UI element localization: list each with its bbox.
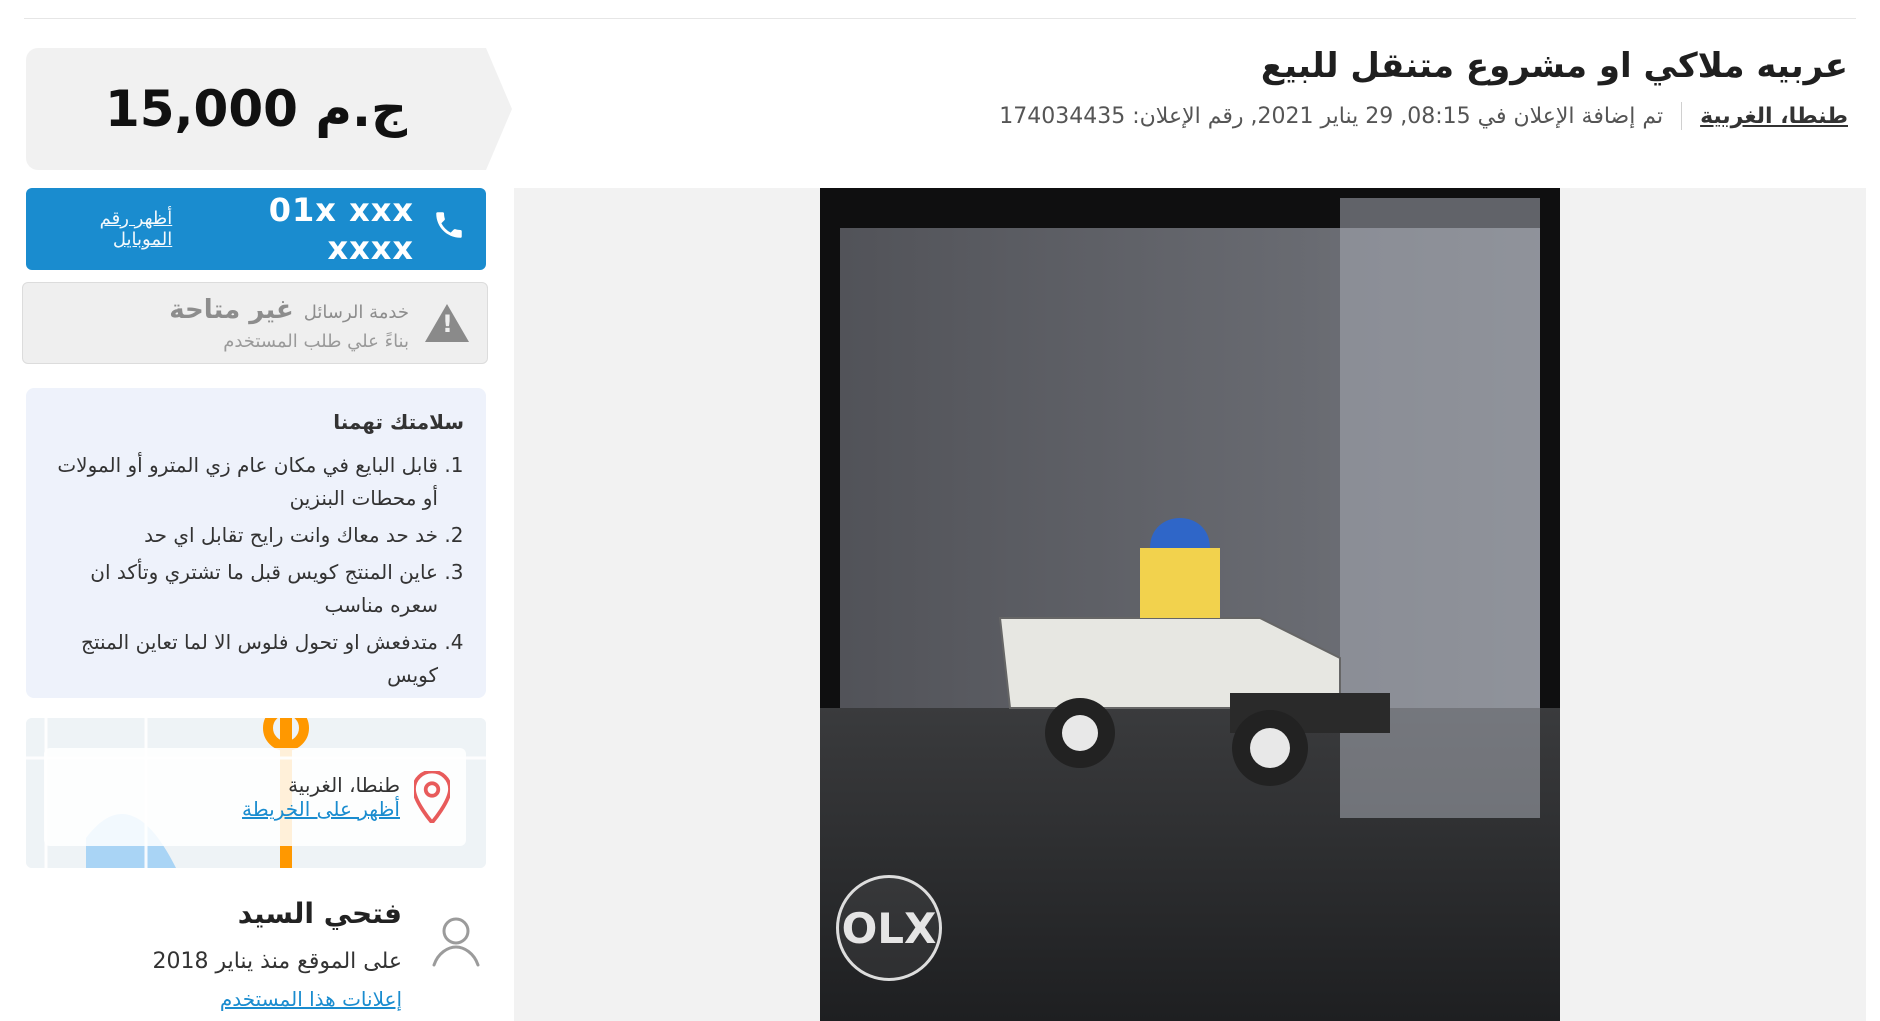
seller-since: على الموقع منذ يناير 2018 (152, 949, 402, 974)
seller-name: فتحي السيد (237, 897, 402, 930)
olx-watermark: OLX (836, 875, 942, 981)
safety-tip: خد حد معاك وانت رايح تقابل اي حد (48, 519, 438, 552)
messaging-reason: بناءً علي طلب المستخدم (223, 330, 409, 352)
map-location: طنطا، الغربية (288, 773, 400, 797)
show-on-map-link[interactable]: أظهر على الخريطة (242, 797, 400, 821)
safety-tips: سلامتك تهمنا قابل البايع في مكان عام زي … (26, 388, 486, 698)
show-phone-link[interactable]: أظهر رقم الموبايل (46, 208, 173, 250)
price-text: 15,000 ج.م (104, 80, 408, 138)
ad-title: عربيه ملاكي او مشروع متنقل للبيع (1260, 46, 1848, 86)
ad-meta: طنطا، الغربية تم إضافة الإعلان في 08:15,… (728, 102, 1848, 130)
seller-ads-link[interactable]: إعلانات هذا المستخدم (220, 987, 402, 1011)
user-icon (426, 911, 486, 971)
listing-photo[interactable]: OLX (820, 188, 1560, 1021)
safety-list: قابل البايع في مكان عام زي المترو أو الم… (48, 449, 464, 692)
location-link[interactable]: طنطا، الغربية (1700, 104, 1848, 129)
safety-tip: قابل البايع في مكان عام زي المترو أو الم… (48, 449, 438, 515)
top-divider (24, 18, 1856, 19)
map-preview[interactable]: طنطا، الغربية أظهر على الخريطة (26, 718, 486, 868)
messaging-label: خدمة الرسائل (303, 301, 409, 323)
warning-icon: ! (425, 304, 469, 342)
safety-title: سلامتك تهمنا (333, 410, 464, 434)
safety-tip: عاين المنتج كويس قبل ما تشتري وتأكد ان س… (48, 556, 438, 622)
posted-and-id: تم إضافة الإعلان في 08:15, 29 يناير 2021… (999, 103, 1664, 129)
phone-bar[interactable]: 01x xxx xxxx أظهر رقم الموبايل (26, 188, 486, 270)
messaging-unavailable: ! خدمة الرسائل غير متاحة بناءً علي طلب ا… (22, 282, 488, 364)
masked-phone-number: 01x xxx xxxx (268, 191, 414, 267)
phone-icon (432, 206, 466, 252)
map-overlay[interactable]: طنطا، الغربية أظهر على الخريطة (44, 748, 466, 846)
safety-tip: متدفعش او تحول فلوس الا لما تعاين المنتج… (48, 626, 438, 692)
messaging-status: غير متاحة (169, 294, 294, 325)
meta-separator (1681, 102, 1683, 130)
map-pin-icon (412, 769, 452, 826)
price-box: 15,000 ج.م (26, 48, 512, 170)
seller-block: فتحي السيد على الموقع منذ يناير 2018 إعل… (26, 895, 486, 1015)
messaging-text: خدمة الرسائل غير متاحة بناءً علي طلب الم… (169, 295, 409, 352)
